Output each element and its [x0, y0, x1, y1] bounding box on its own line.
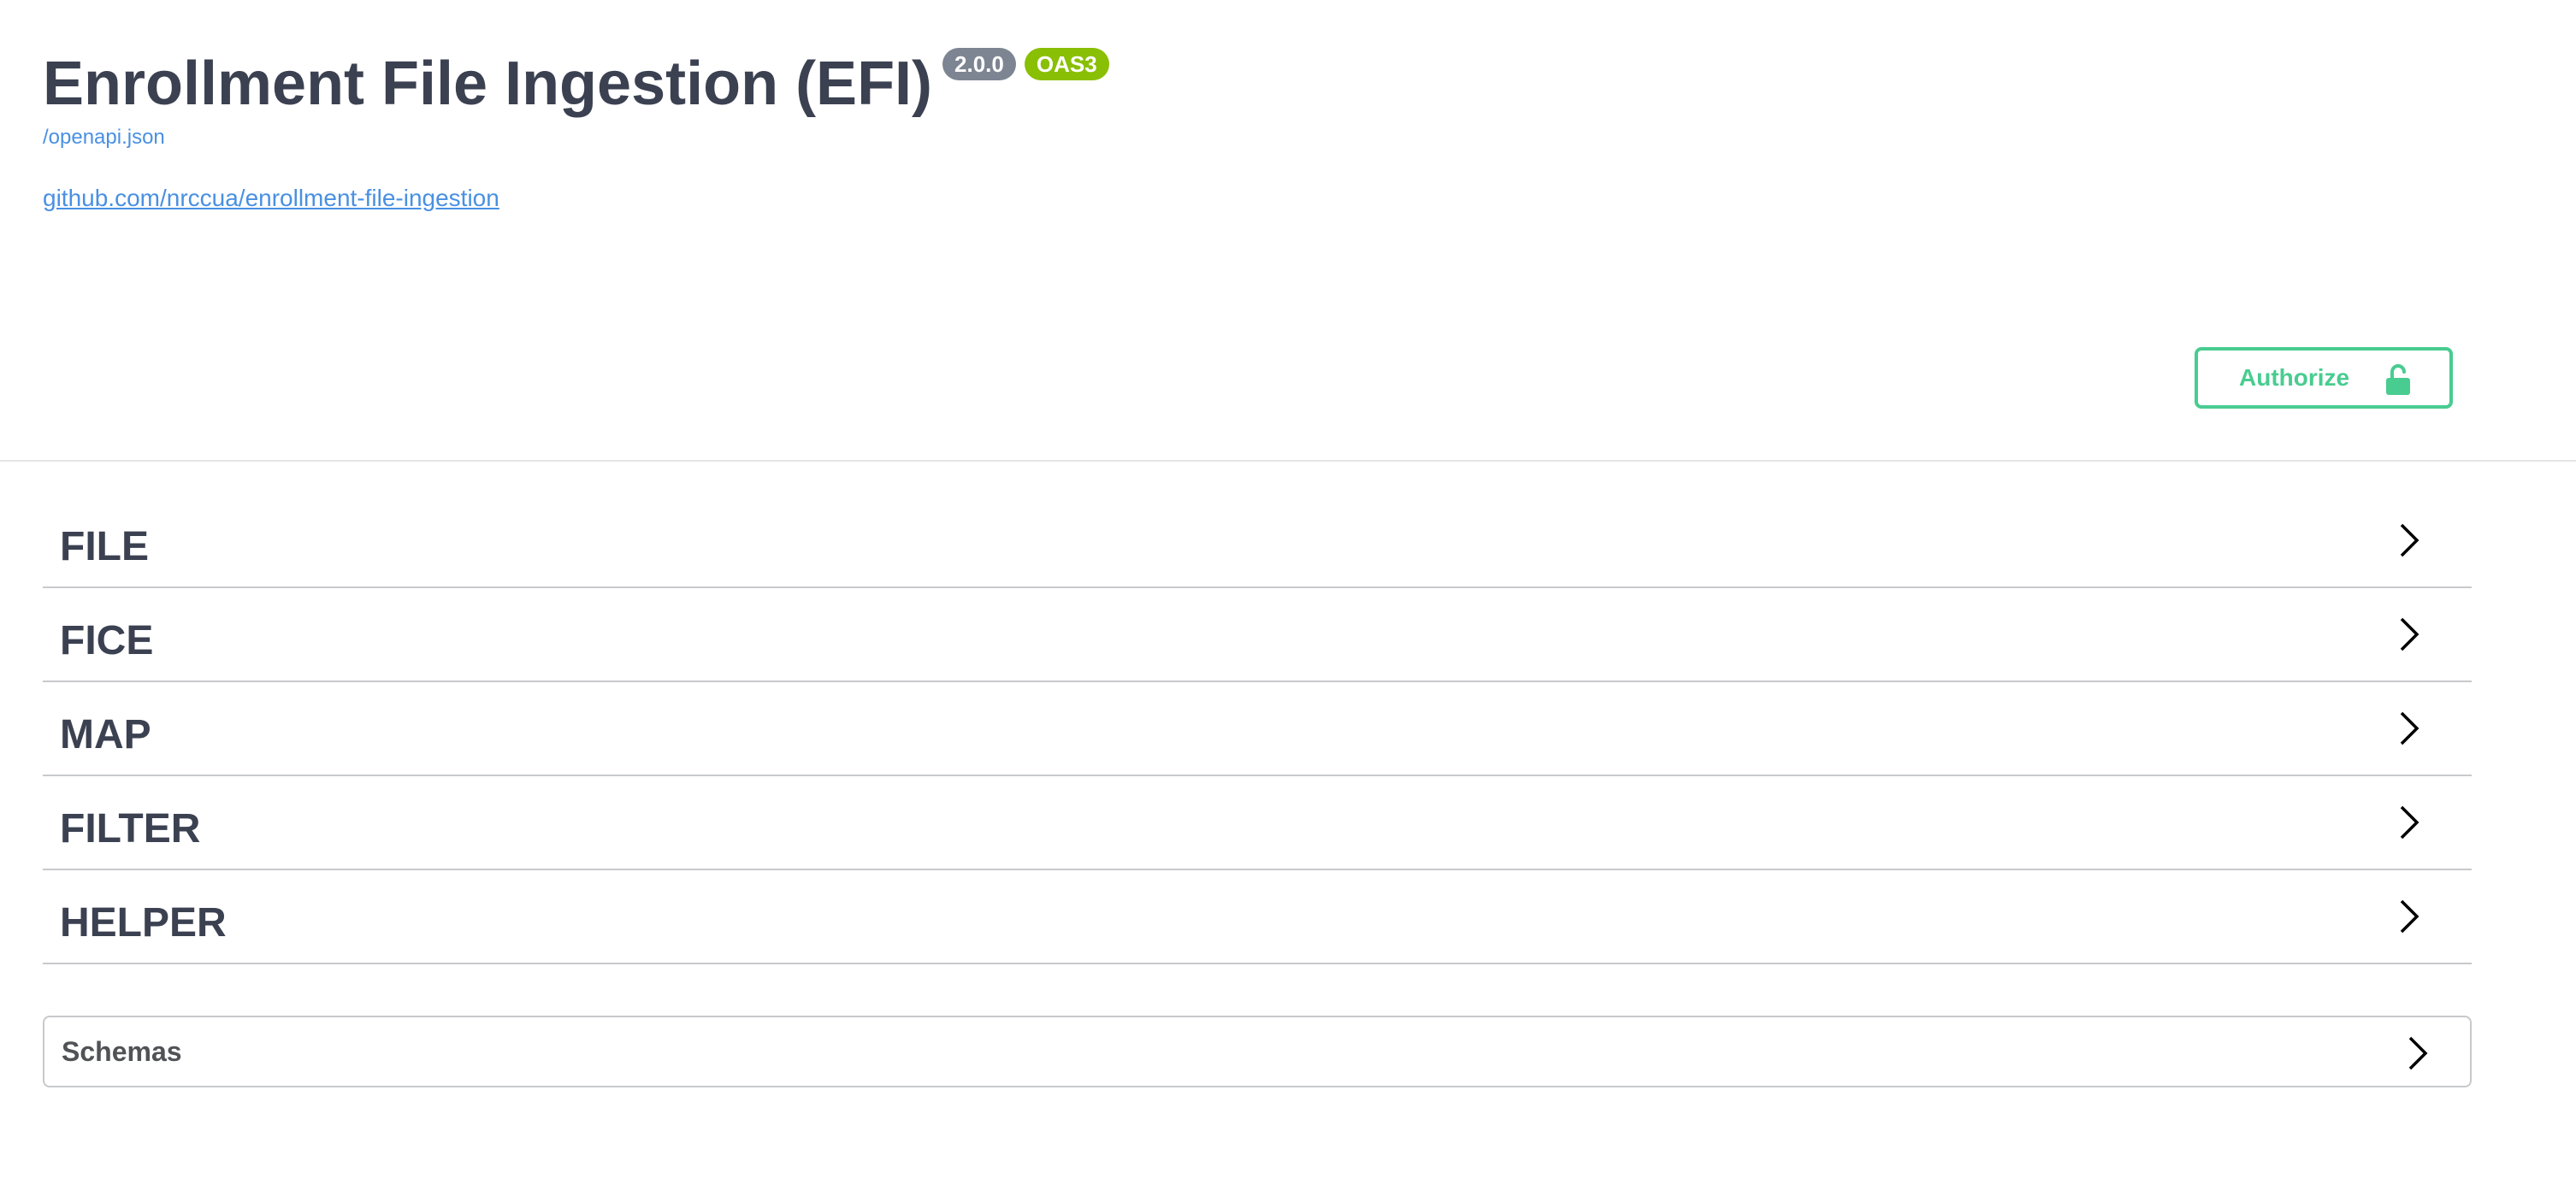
schemas-section[interactable]: Schemas [43, 1016, 2472, 1087]
tag-section-helper[interactable]: HELPER [43, 872, 2472, 964]
tag-section-map[interactable]: MAP [43, 684, 2472, 776]
chevron-right-icon [2400, 805, 2419, 840]
version-badge: 2.0.0 [942, 48, 1016, 80]
authorize-button[interactable]: Authorize [2195, 347, 2453, 409]
section-divider [0, 460, 2576, 462]
chevron-right-icon [2408, 1036, 2428, 1070]
chevron-right-icon [2400, 711, 2419, 745]
tag-name: HELPER [60, 900, 227, 946]
tag-section-fice[interactable]: FICE [43, 590, 2472, 682]
title-row: Enrollment File Ingestion (EFI) 2.0.0 OA… [43, 44, 1240, 123]
chevron-right-icon [2400, 899, 2419, 934]
schemas-label: Schemas [62, 1036, 182, 1067]
repo-link[interactable]: github.com/nrccua/enrollment-file-ingest… [43, 183, 499, 214]
spec-url-link[interactable]: /openapi.json [43, 123, 1240, 152]
tag-name: MAP [60, 712, 151, 757]
authorize-label: Authorize [2239, 364, 2350, 391]
tag-list: FILE FICE MAP FILTER HELPER [43, 496, 2472, 966]
chevron-right-icon [2400, 523, 2419, 557]
unlocked-padlock-icon [2386, 364, 2410, 395]
tag-section-file[interactable]: FILE [43, 496, 2472, 588]
tag-name: FILTER [60, 806, 201, 851]
tag-name: FILE [60, 524, 149, 569]
badges: 2.0.0 OAS3 [942, 48, 1109, 80]
oas-badge: OAS3 [1024, 48, 1109, 80]
page-title: Enrollment File Ingestion (EFI) [43, 50, 933, 118]
tag-name: FICE [60, 618, 154, 663]
api-info: Enrollment File Ingestion (EFI) 2.0.0 OA… [43, 44, 1240, 211]
tag-section-filter[interactable]: FILTER [43, 778, 2472, 870]
chevron-right-icon [2400, 617, 2419, 651]
